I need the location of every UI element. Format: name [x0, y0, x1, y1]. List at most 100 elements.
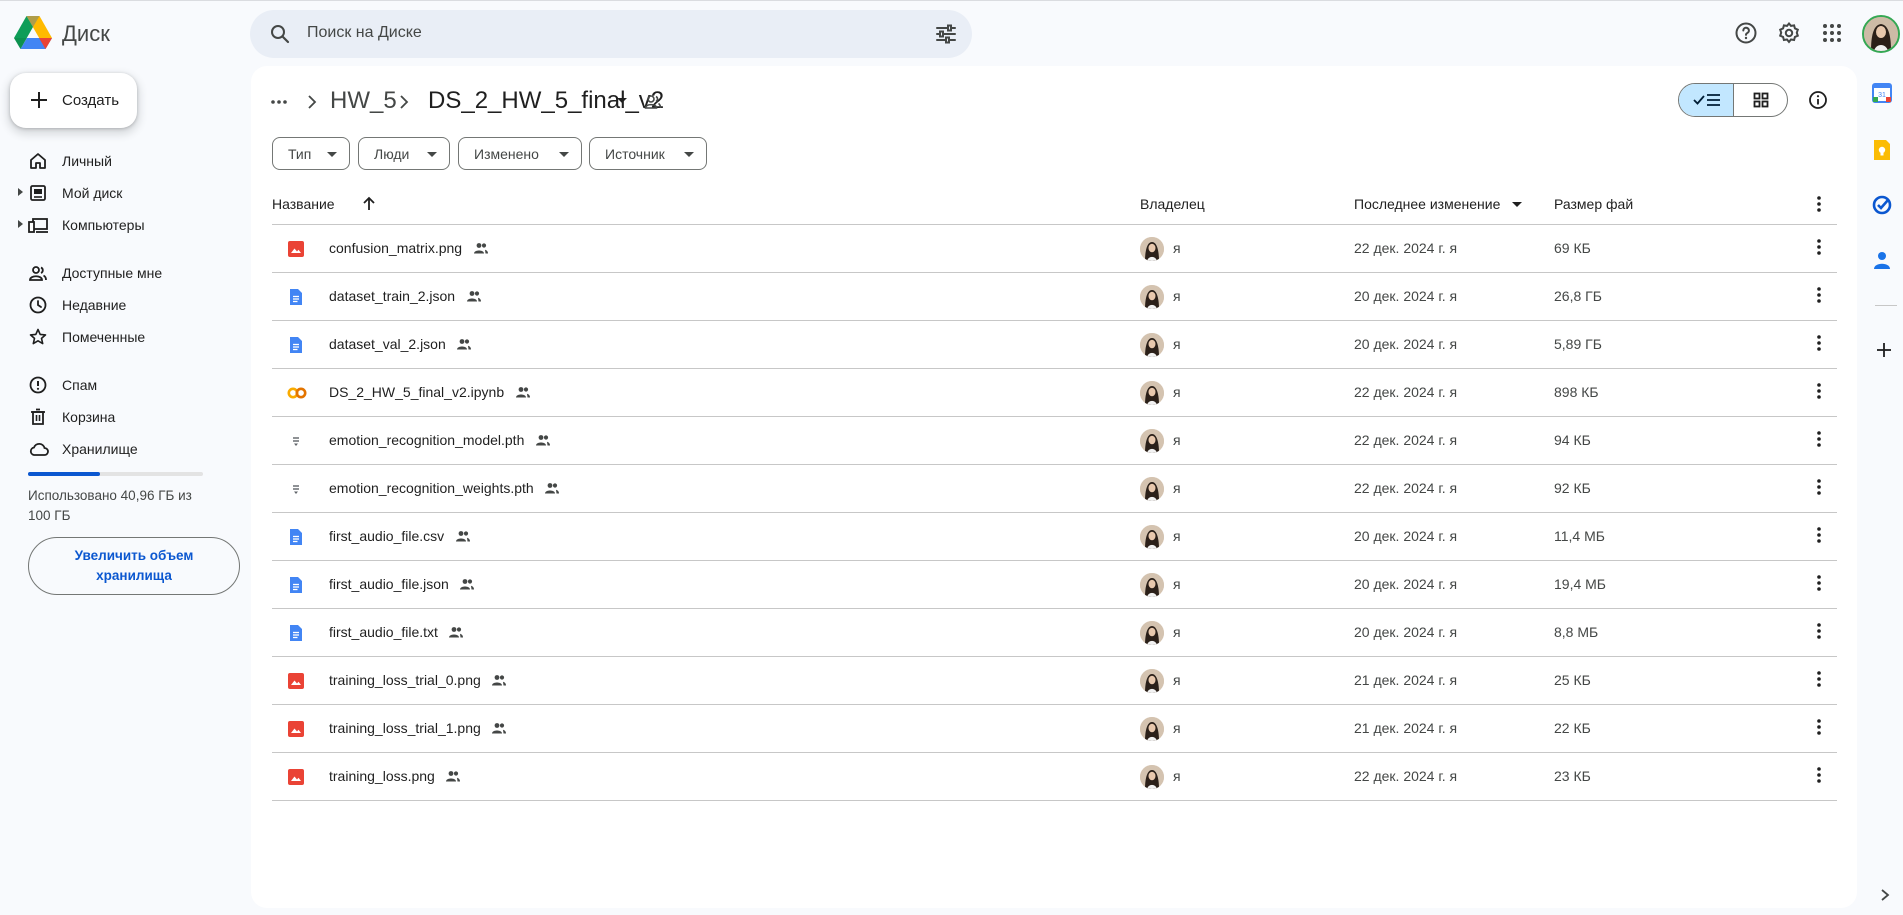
sidebar-item-storage[interactable]: Хранилище — [0, 433, 240, 465]
chevron-right-icon[interactable] — [1879, 888, 1891, 902]
table-row[interactable]: confusion_matrix.png я 22 дек. 2024 г. я 69… — [272, 225, 1837, 273]
arrow-up-icon[interactable] — [359, 194, 379, 214]
table-row[interactable]: training_loss.png я 22 дек. 2024 г. я 23 КБ — [272, 753, 1837, 801]
column-name[interactable]: Название — [272, 196, 335, 212]
file-size: 69 КБ — [1554, 240, 1591, 256]
more-horizontal-icon[interactable] — [269, 92, 289, 112]
more-vert-icon[interactable] — [1809, 525, 1829, 545]
expand-arrow-icon[interactable] — [18, 220, 23, 228]
shared-people-icon — [515, 384, 531, 400]
keep-icon[interactable] — [1872, 139, 1892, 161]
more-vert-icon[interactable] — [1809, 194, 1829, 214]
column-modified[interactable]: Последнее изменение — [1354, 196, 1500, 212]
drive-logo-icon[interactable] — [14, 16, 52, 50]
apps-grid-icon[interactable] — [1820, 21, 1844, 45]
file-name[interactable]: first_audio_file.csv — [329, 528, 444, 544]
sidebar-item-my-drive[interactable]: Мой диск — [0, 177, 240, 209]
sidebar-item-starred[interactable]: Помеченные — [0, 321, 240, 353]
create-button[interactable]: Создать — [10, 73, 137, 128]
more-vert-icon[interactable] — [1809, 669, 1829, 689]
sidebar-item-computers[interactable]: Компьютеры — [0, 209, 240, 241]
more-vert-icon[interactable] — [1809, 333, 1829, 353]
table-row[interactable]: first_audio_file.json я 20 дек. 2024 г. я 1… — [272, 561, 1837, 609]
add-addon-icon[interactable] — [1874, 340, 1894, 360]
image-file-icon — [287, 240, 305, 258]
table-row[interactable]: dataset_val_2.json я 20 дек. 2024 г. я 5,89… — [272, 321, 1837, 369]
more-vert-icon[interactable] — [1809, 717, 1829, 737]
settings-icon[interactable] — [1777, 21, 1801, 45]
more-vert-icon[interactable] — [1809, 237, 1829, 257]
binary-file-icon — [287, 432, 305, 450]
breadcrumb-current[interactable]: DS_2_HW_5_final_v2 — [428, 87, 664, 115]
file-name[interactable]: emotion_recognition_model.pth — [329, 432, 524, 448]
table-row[interactable]: DS_2_HW_5_final_v2.ipynb я 22 дек. 2024 г.… — [272, 369, 1837, 417]
chevron-down-icon[interactable] — [616, 97, 628, 105]
file-name[interactable]: training_loss.png — [329, 768, 435, 784]
table-row[interactable]: emotion_recognition_model.pth я 22 дек. 20… — [272, 417, 1837, 465]
last-modified: 20 дек. 2024 г. я — [1354, 288, 1458, 304]
more-vert-icon[interactable] — [1809, 285, 1829, 305]
filter-label: Изменено — [474, 146, 539, 162]
table-row[interactable]: emotion_recognition_weights.pth я 22 дек. … — [272, 465, 1837, 513]
search-input[interactable]: Поиск на Диске — [307, 24, 422, 42]
more-vert-icon[interactable] — [1809, 477, 1829, 497]
help-icon[interactable] — [1734, 21, 1758, 45]
search-options-icon[interactable] — [934, 22, 958, 46]
column-owner[interactable]: Владелец — [1140, 196, 1205, 212]
file-name[interactable]: first_audio_file.txt — [329, 624, 438, 640]
more-vert-icon[interactable] — [1809, 429, 1829, 449]
document-file-icon — [287, 336, 305, 354]
app-name[interactable]: Диск — [62, 21, 110, 47]
file-name[interactable]: training_loss_trial_0.png — [329, 672, 481, 688]
file-name[interactable]: first_audio_file.json — [329, 576, 449, 592]
file-name[interactable]: dataset_val_2.json — [329, 336, 446, 352]
file-name[interactable]: training_loss_trial_1.png — [329, 720, 481, 736]
contacts-icon[interactable] — [1872, 250, 1892, 270]
search-bar[interactable]: Поиск на Диске — [250, 10, 972, 58]
info-icon[interactable] — [1808, 90, 1828, 110]
more-vert-icon[interactable] — [1809, 573, 1829, 593]
owner-name: я — [1173, 624, 1181, 640]
column-size[interactable]: Размер фай — [1554, 196, 1633, 212]
sidebar-item-label: Доступные мне — [62, 265, 163, 281]
filter-modified[interactable]: Изменено — [458, 137, 582, 170]
owner-name: я — [1173, 432, 1181, 448]
sidebar-item-shared-with-me[interactable]: Доступные мне — [0, 257, 240, 289]
shared-people-icon — [448, 624, 464, 640]
sidebar-item-recent[interactable]: Недавние — [0, 289, 240, 321]
file-name[interactable]: dataset_train_2.json — [329, 288, 455, 304]
expand-arrow-icon[interactable] — [18, 188, 23, 196]
sidebar-item-label: Личный — [62, 153, 112, 169]
filter-source[interactable]: Источник — [589, 137, 707, 170]
sidebar-item-label: Спам — [62, 377, 98, 393]
table-row[interactable]: training_loss_trial_1.png я 21 дек. 2024 г… — [272, 705, 1837, 753]
table-row[interactable]: first_audio_file.txt я 20 дек. 2024 г. я 8,… — [272, 609, 1837, 657]
list-view-button[interactable] — [1679, 84, 1734, 116]
file-name[interactable]: confusion_matrix.png — [329, 240, 462, 256]
sidebar-item-spam[interactable]: Спам — [0, 369, 240, 401]
file-name[interactable]: DS_2_HW_5_final_v2.ipynb — [329, 384, 504, 400]
cloud-icon — [29, 442, 49, 456]
tasks-icon[interactable] — [1872, 195, 1892, 215]
file-size: 22 КБ — [1554, 720, 1591, 736]
upgrade-storage-button[interactable]: Увеличить объем хранилища — [28, 537, 240, 595]
table-row[interactable]: first_audio_file.csv я 20 дек. 2024 г. я 11… — [272, 513, 1837, 561]
file-name[interactable]: emotion_recognition_weights.pth — [329, 480, 534, 496]
more-vert-icon[interactable] — [1809, 765, 1829, 785]
table-row[interactable]: training_loss_trial_0.png я 21 дек. 2024 г… — [272, 657, 1837, 705]
sidebar-item-trash[interactable]: Корзина — [0, 401, 240, 433]
search-icon[interactable] — [268, 22, 292, 46]
filter-label: Люди — [374, 146, 410, 162]
filter-people[interactable]: Люди — [358, 137, 450, 170]
sort-caret-icon[interactable] — [1512, 202, 1522, 207]
account-avatar[interactable] — [1862, 15, 1900, 53]
filter-type[interactable]: Тип — [272, 137, 350, 170]
table-row[interactable]: dataset_train_2.json я 20 дек. 2024 г. я 26… — [272, 273, 1837, 321]
more-vert-icon[interactable] — [1809, 381, 1829, 401]
more-vert-icon[interactable] — [1809, 621, 1829, 641]
grid-view-button[interactable] — [1734, 84, 1787, 116]
sidebar-item-personal[interactable]: Личный — [0, 145, 240, 177]
calendar-icon[interactable]: 31 — [1872, 83, 1892, 103]
colab-notebook-icon — [287, 384, 307, 402]
breadcrumb-parent[interactable]: HW_5 — [330, 87, 397, 115]
